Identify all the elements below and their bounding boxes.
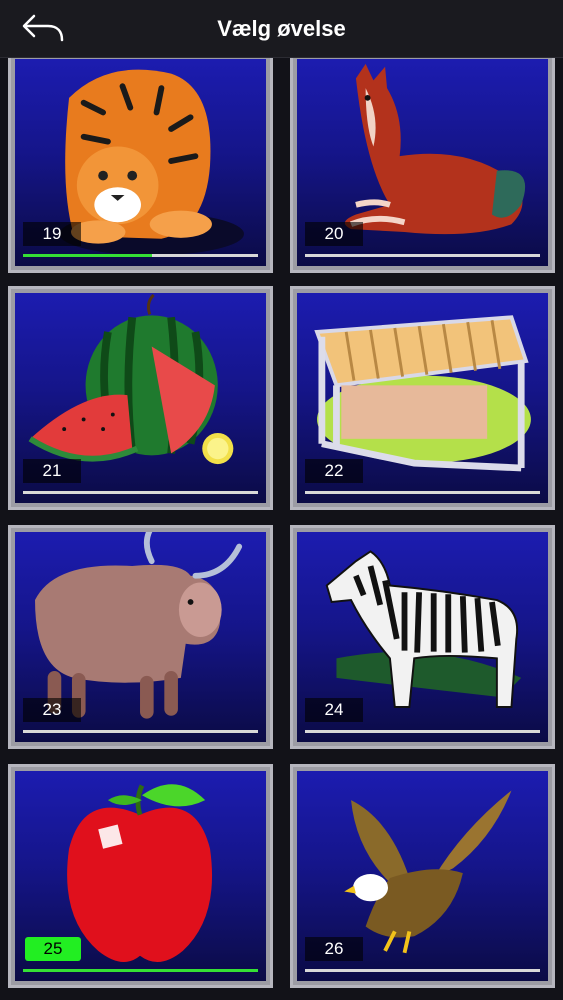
tile-panel: 24 — [297, 532, 548, 742]
exercise-tile-19[interactable]: 19 — [8, 58, 273, 273]
exercise-tile-21[interactable]: 21 — [8, 286, 273, 510]
progress-bar — [305, 491, 540, 494]
exercise-tile-24[interactable]: 24 — [290, 525, 555, 749]
progress-bar — [23, 491, 258, 494]
tile-panel: 25 — [15, 771, 266, 981]
page-title: Vælg øvelse — [217, 16, 346, 41]
exercise-number-badge: 22 — [305, 459, 363, 483]
exercise-tile-25[interactable]: 25 — [8, 764, 273, 988]
progress-bar — [23, 254, 258, 257]
exercise-number-badge-completed: 25 — [25, 937, 81, 961]
exercise-number-badge: 24 — [305, 698, 363, 722]
progress-bar — [305, 730, 540, 733]
progress-bar — [23, 969, 258, 972]
exercise-number-badge: 21 — [23, 459, 81, 483]
exercise-number-badge: 19 — [23, 222, 81, 246]
progress-bar — [23, 730, 258, 733]
exercise-tile-20[interactable]: 20 — [290, 58, 555, 273]
progress-bar — [305, 254, 540, 257]
top-bar: Vælg øvelse — [0, 0, 563, 58]
exercise-number-badge: 23 — [23, 698, 81, 722]
progress-fill — [23, 254, 153, 257]
progress-bar — [305, 969, 540, 972]
exercise-tile-26[interactable]: 26 — [290, 764, 555, 988]
tile-panel: 21 — [15, 293, 266, 503]
exercise-number-badge: 26 — [305, 937, 363, 961]
tile-panel: 20 — [297, 59, 548, 266]
progress-fill — [23, 969, 258, 972]
tile-panel: 22 — [297, 293, 548, 503]
exercise-grid: 19 20 21 22 23 24 25 26 — [0, 58, 563, 1000]
tile-panel: 26 — [297, 771, 548, 981]
tile-panel: 23 — [15, 532, 266, 742]
exercise-number-badge: 20 — [305, 222, 363, 246]
exercise-tile-23[interactable]: 23 — [8, 525, 273, 749]
tile-panel: 19 — [15, 59, 266, 266]
exercise-tile-22[interactable]: 22 — [290, 286, 555, 510]
